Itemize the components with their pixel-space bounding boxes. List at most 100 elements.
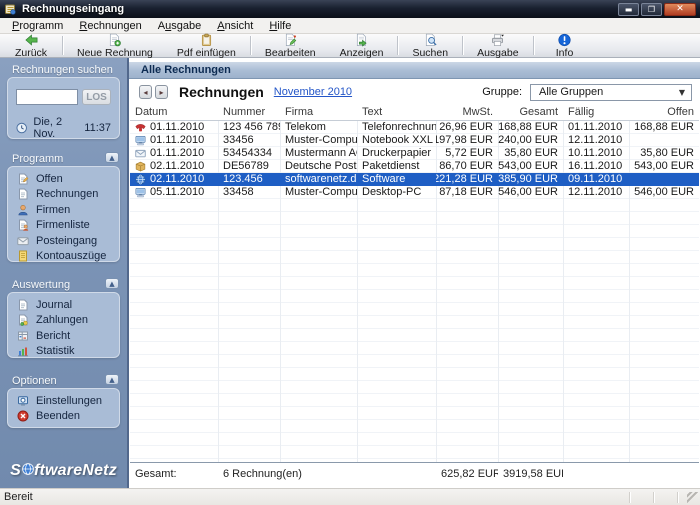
sidebar-item-zahlungen[interactable]: Zahlungen [8,313,119,329]
cell-offen: 35,80 EUR [640,147,694,159]
table-body: 01.11.2010 123 456 7890 Telekom Telefonrech… [130,121,699,462]
sidebar-item-bericht[interactable]: Bericht [8,328,119,344]
table-header: Datum Nummer Firma Text MwSt. Gesamt Fällig Off… [130,104,699,121]
cell-offen: 168,88 EUR [634,121,694,133]
group-select[interactable]: Alle Gruppen ▼ [530,83,692,101]
window-controls: ▬ ❐ ✕ [618,2,696,16]
toolbar-button-ausgabe[interactable]: Ausgabe [465,33,530,59]
status-text: Bereit [4,491,33,503]
cell-faellig: 16.11.2010 [568,160,623,172]
cell-firma: Mustermann AG [285,147,357,159]
doc-yellow-icon [17,250,29,262]
cell-offen: 546,00 EUR [634,186,694,198]
new-invoice-icon [107,33,122,47]
cell-text: Software [362,173,406,185]
cell-gesamt: 546,00 EUR [498,186,558,198]
toolbar-button-neue-rechnung[interactable]: Neue Rechnung [65,33,165,59]
chevron-right-icon[interactable]: ▸ [155,85,168,99]
sidebar-item-kontoausz-ge[interactable]: Kontoauszüge [8,249,119,265]
column-header-mwst[interactable]: MwSt. [436,104,498,120]
mail-icon [17,235,29,247]
toolbar-separator [397,36,399,55]
sidebar-item-label: Firmen [36,203,71,216]
menu-item-rechnungen[interactable]: Rechnungen [71,19,149,33]
sidebar-item-journal[interactable]: Journal [8,297,119,313]
cell-text: Telefonrechnung [362,121,436,133]
collapse-icon[interactable]: ▲ [105,374,119,385]
toolbar: Zurück Neue Rechnung Pdf einfügen Bearbeite… [0,33,700,59]
cell-gesamt: 168,88 EUR [498,121,558,133]
cell-mwst: 5,72 EUR [445,147,493,159]
toolbar-button-anzeigen[interactable]: Anzeigen [328,33,396,59]
maximize-icon[interactable]: ❐ [641,2,662,16]
table-row[interactable]: 01.11.2010 33456 Muster-Computer Notebook X… [130,134,699,147]
sidebar-item-offen[interactable]: Offen [8,171,119,187]
table-row[interactable]: 05.11.2010 33458 Muster-Computer Desktop-PC… [130,186,699,199]
cell-offen [629,134,699,147]
clipboard-icon [199,33,214,47]
panel-header: Alle Rechnungen [129,62,700,79]
close-icon[interactable]: ✕ [664,2,696,16]
toolbar-button-info[interactable]: Info [536,33,594,59]
menu-item-programm[interactable]: Programm [4,19,71,33]
table-row[interactable]: 02.11.2010 123.456 softwarenetz.de Software… [130,173,699,186]
toolbar-button-zurück[interactable]: Zurück [2,33,60,59]
toolbar-button-bearbeiten[interactable]: Bearbeiten [253,33,328,59]
collapse-icon[interactable]: ▲ [105,278,119,289]
settings-icon [17,395,29,407]
group-label: Gruppe: [482,86,522,98]
sidebar-item-label: Einstellungen [36,394,103,407]
minimize-icon[interactable]: ▬ [618,2,639,16]
cell-datum: 05.11.2010 [130,186,218,199]
menu-item-ansicht[interactable]: Ansicht [209,19,261,33]
menu-item-hilfe[interactable]: Hilfe [261,19,299,33]
app-icon [4,3,16,15]
table-row[interactable]: 01.11.2010 123 456 7890 Telekom Telefonrech… [130,121,699,134]
table-row[interactable]: 02.11.2010 DE56789 Deutsche Post Paketdiens… [130,160,699,173]
footer-label: Gesamt: [135,468,177,480]
toolbar-separator [532,36,534,55]
search-go-button[interactable]: LOS [82,89,111,105]
cell-datum: 01.11.2010 [130,134,218,147]
cell-faellig: 12.11.2010 [568,134,623,146]
chevron-left-icon[interactable]: ◂ [139,85,152,99]
column-header-fllig[interactable]: Fällig [563,104,629,120]
column-header-offen[interactable]: Offen [629,104,699,120]
sidebar-item-firmenliste[interactable]: Firmenliste [8,218,119,234]
toolbar-button-label: Bearbeiten [264,46,316,59]
cell-faellig: 01.11.2010 [568,121,623,133]
computer-icon [135,135,146,146]
collapse-icon[interactable]: ▲ [105,152,119,163]
toolbar-button-label: Neue Rechnung [77,46,153,59]
column-header-text[interactable]: Text [357,104,436,120]
sidebar-item-beenden[interactable]: Beenden [8,409,119,425]
content-area: Rechnungen suchen LOS Die, 2 Nov. 11:37 … [0,58,700,488]
table-row[interactable]: 01.11.2010 53454334 Mustermann AG Druckerpa… [130,147,699,160]
sidebar-item-posteingang[interactable]: Posteingang [8,233,119,249]
report-icon [17,330,29,342]
toolbar-button-label: Ausgabe [477,46,519,59]
globe-icon [135,174,146,185]
sidebar-item-rechnungen[interactable]: Rechnungen [8,187,119,203]
cell-datum: 02.11.2010 [130,173,218,186]
cell-nummer: DE56789 [223,160,269,172]
sidebar-item-statistik[interactable]: Statistik [8,344,119,360]
bar-chart-icon [17,345,29,357]
resize-grip[interactable] [687,492,699,504]
cell-faellig: 10.11.2010 [568,147,623,159]
sidebar-item-einstellungen[interactable]: Einstellungen [8,393,119,409]
sidebar-item-firmen[interactable]: Firmen [8,202,119,218]
column-header-datum[interactable]: Datum [130,104,218,120]
column-header-nummer[interactable]: Nummer [218,104,280,120]
column-header-firma[interactable]: Firma [280,104,357,120]
sidebar: Rechnungen suchen LOS Die, 2 Nov. 11:37 … [0,58,127,488]
toolbar-button-pdf-einfügen[interactable]: Pdf einfügen [165,33,248,59]
menu-item-ausgabe[interactable]: Ausgabe [150,19,209,33]
search-input[interactable] [16,89,78,105]
cell-nummer: 53454334 [223,147,272,159]
period-link[interactable]: November 2010 [274,86,352,98]
toolbar-button-suchen[interactable]: Suchen [400,33,460,59]
clock-icon [16,122,27,134]
column-header-gesamt[interactable]: Gesamt [498,104,563,120]
toolbar-button-label: Anzeigen [339,46,384,59]
